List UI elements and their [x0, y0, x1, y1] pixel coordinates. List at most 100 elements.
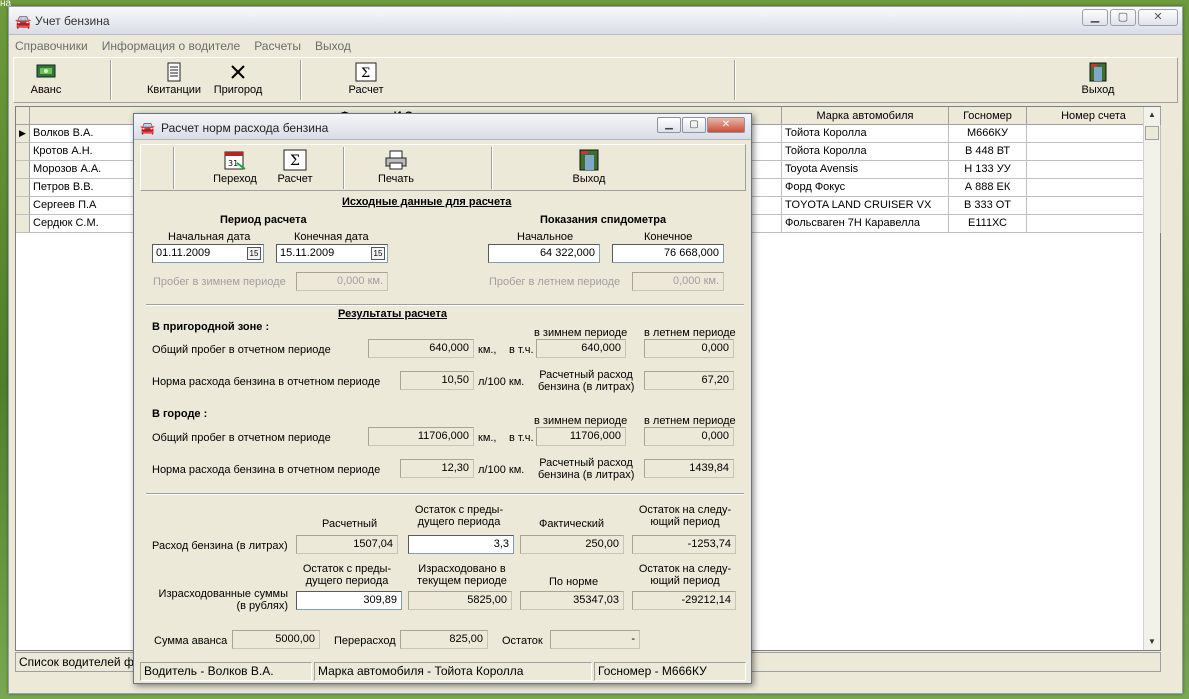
summary-col-prev: Остаток с преды- дущего периода — [406, 504, 512, 528]
cell-plate: М666КУ — [949, 125, 1027, 143]
overspend-field: 825,00 — [400, 630, 488, 649]
close-icon[interactable]: ✕ — [1138, 9, 1178, 26]
receipt-icon — [167, 62, 181, 82]
cell-account — [1027, 143, 1161, 161]
speedometer-end-input[interactable]: 76 668,000 — [612, 244, 724, 263]
city-summer-head: в летнем периоде — [644, 415, 736, 427]
end-date-label: Конечная дата — [294, 231, 369, 243]
print-label: Печать — [377, 173, 415, 185]
menu-exit[interactable]: Выход — [315, 39, 351, 53]
cross-arrows-icon — [231, 65, 245, 79]
close-icon[interactable]: ✕ — [707, 117, 745, 133]
calendar-icon: 31 — [224, 151, 246, 170]
city-summer-field: 0,000 — [644, 427, 734, 446]
menu-calculations[interactable]: Расчеты — [254, 39, 301, 53]
winter-mileage-label: Пробег в зимнем периоде — [153, 276, 286, 288]
cell-car: Toyota Avensis — [782, 161, 949, 179]
grid-vertical-scrollbar[interactable]: ▲ ▼ — [1143, 107, 1160, 650]
column-header-account[interactable]: Номер счета — [1027, 107, 1161, 125]
city-km-label: км., — [478, 432, 497, 444]
summer-mileage-label: Пробег в летнем периоде — [489, 276, 621, 288]
main-toolbar: Аванс Квитанции Пригород Σ Расчет Выход — [13, 57, 1178, 103]
main-titlebar[interactable]: 🚘 Учет бензина ▁ ▢ ✕ — [9, 7, 1182, 35]
suburb-mileage-label: Общий пробег в отчетном периоде — [152, 344, 331, 356]
cell-plate: В 333 ОТ — [949, 197, 1027, 215]
dialog-titlebar[interactable]: 🚘 Расчет норм расхода бензина ▁ ▢ ✕ — [134, 114, 751, 140]
start-date-value: 01.11.2009 — [156, 247, 211, 259]
spent-norm-field: 35347,03 — [520, 591, 624, 610]
source-data-heading: Исходные данные для расчета — [342, 196, 512, 208]
spent-next-field: -29212,14 — [632, 591, 736, 610]
city-winter-field: 11706,000 — [536, 427, 626, 446]
minimize-icon[interactable]: ▁ — [657, 117, 681, 133]
svg-text:Σ: Σ — [361, 66, 370, 81]
scroll-thumb[interactable] — [1145, 126, 1159, 140]
toolbar-separator — [734, 60, 736, 100]
print-button[interactable]: Печать — [375, 149, 417, 185]
sum-col-prev: Остаток с преды- дущего периода — [294, 563, 400, 587]
cell-car: Форд Фокус — [782, 179, 949, 197]
city-norm-field: 12,30 — [400, 459, 474, 478]
sum-col-next-line2: ющий период — [650, 575, 720, 587]
perehod-button[interactable]: 31 Переход — [211, 149, 259, 185]
city-title: В городе : — [152, 408, 208, 420]
exit-button[interactable]: Выход — [1078, 62, 1118, 96]
summary-col-next-line2: ющий период — [650, 516, 720, 528]
cell-plate: Н 133 УУ — [949, 161, 1027, 179]
avans-button[interactable]: Аванс — [26, 62, 66, 96]
column-header-plate[interactable]: Госномер — [949, 107, 1027, 125]
cell-account — [1027, 161, 1161, 179]
toolbar-separator — [110, 60, 112, 100]
summer-mileage-field: 0,000 км. — [632, 272, 724, 291]
sigma-icon: Σ — [283, 149, 307, 171]
fuel-norm-dialog: 🚘 Расчет норм расхода бензина ▁ ▢ ✕ 31 П… — [133, 113, 752, 684]
section-divider — [146, 493, 744, 495]
perehod-label: Переход — [213, 173, 257, 185]
menu-driver-info[interactable]: Информация о водителе — [102, 39, 240, 53]
cell-account — [1027, 215, 1161, 233]
advance-label: Сумма аванса — [154, 635, 228, 647]
suburb-winter-field: 640,000 — [536, 339, 626, 358]
maximize-icon[interactable]: ▢ — [682, 117, 706, 133]
toolbar-separator — [491, 147, 493, 189]
kvitancii-button[interactable]: Квитанции — [146, 62, 202, 96]
toolbar-separator — [343, 147, 345, 189]
printer-icon — [385, 150, 407, 170]
status-driver: Водитель - Волков В.А. — [140, 662, 312, 681]
start-date-field[interactable]: 01.11.2009 15 — [152, 244, 264, 263]
grid-corner — [16, 107, 30, 125]
city-norm-label: Норма расхода бензина в отчетном периоде — [152, 464, 381, 476]
spent-prev-input[interactable]: 309,89 — [296, 591, 402, 610]
dialog-exit-button[interactable]: Выход — [569, 149, 609, 185]
column-header-car[interactable]: Марка автомобиля — [782, 107, 949, 125]
calendar-dropdown-icon[interactable]: 15 — [371, 247, 385, 260]
sigma-icon: Σ — [355, 62, 377, 82]
dialog-raschet-button[interactable]: Σ Расчет — [275, 149, 315, 185]
suburb-summer-field: 0,000 — [644, 339, 734, 358]
exit-door-icon — [1089, 62, 1107, 82]
summary-col-next: Остаток на следу- ющий период — [630, 504, 740, 528]
remainder-label: Остаток — [502, 635, 543, 647]
prigorod-button[interactable]: Пригород — [210, 62, 266, 96]
city-norm-unit: л/100 км. — [478, 464, 525, 476]
raschet-button[interactable]: Σ Расчет — [344, 62, 388, 96]
fuel-prev-input[interactable]: 3,3 — [408, 535, 514, 554]
suburb-mileage-field: 640,000 — [368, 339, 474, 358]
spent-sums-label: Израсходованные суммы (в рублях) — [152, 588, 288, 612]
maximize-icon[interactable]: ▢ — [1110, 9, 1136, 26]
status-plate: Госномер - М666КУ — [594, 662, 746, 681]
toolbar-separator — [173, 147, 175, 189]
sum-col-next: Остаток на следу- ющий период — [630, 563, 740, 587]
scroll-down-icon[interactable]: ▼ — [1144, 634, 1160, 650]
end-date-field[interactable]: 15.11.2009 15 — [276, 244, 388, 263]
cell-account — [1027, 197, 1161, 215]
dialog-exit-label: Выход — [572, 173, 606, 185]
speedometer-start-input[interactable]: 64 322,000 — [488, 244, 600, 263]
calendar-dropdown-icon[interactable]: 15 — [247, 247, 261, 260]
cell-account — [1027, 125, 1161, 143]
fuel-fact-field: 250,00 — [520, 535, 624, 554]
scroll-up-icon[interactable]: ▲ — [1144, 107, 1160, 123]
minimize-icon[interactable]: ▁ — [1082, 9, 1108, 26]
menu-directories[interactable]: Справочники — [15, 39, 88, 53]
raschet-label: Расчет — [348, 84, 384, 96]
